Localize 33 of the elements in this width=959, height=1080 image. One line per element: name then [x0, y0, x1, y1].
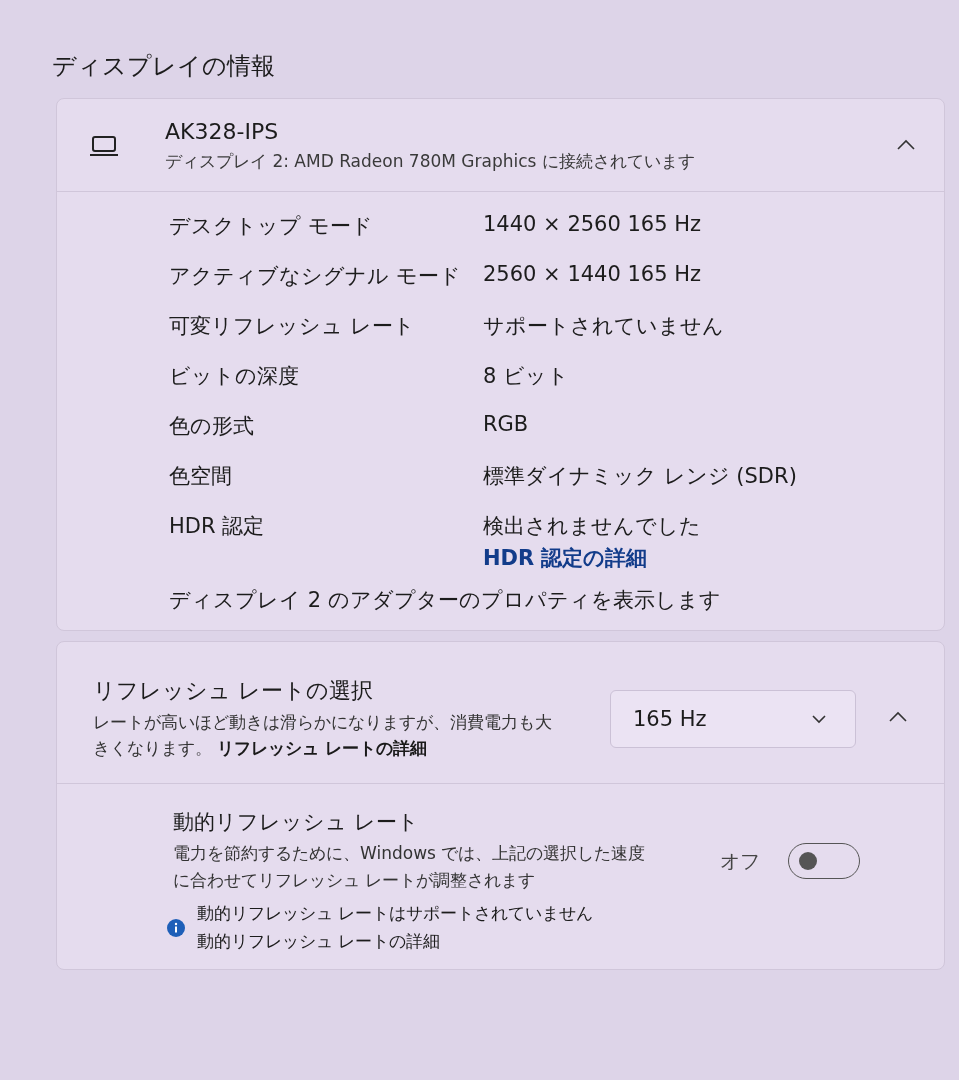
dynamic-refresh-link[interactable]: 動的リフレッシュ レートの詳細 [197, 930, 441, 951]
property-label: 可変リフレッシュ レート [169, 313, 416, 340]
property-value: 標準ダイナミック レンジ (SDR) [483, 463, 797, 490]
property-value: 検出されませんでした [483, 513, 701, 540]
details-link[interactable]: HDR 認定の詳細 [483, 544, 648, 572]
notice-text: 動的リフレッシュ レートはサポートされていません [197, 902, 594, 926]
property-label: 色空間 [169, 463, 233, 490]
chevron-icon [896, 138, 916, 151]
property-value: 8 ビット [483, 363, 570, 390]
toggle-state: オフ [720, 847, 760, 875]
display-name: AK328-IPS [165, 119, 280, 144]
property-value: RGB [483, 412, 529, 436]
property-value: 2560 × 1440 165 Hz [483, 262, 702, 286]
dynamic-refresh-description: 電力を節約するために、Windows では、上記の選択した速度に合わせてリフレッシュ レートが調整されます [173, 842, 647, 893]
section-heading: ディスプレイの情報 [52, 51, 276, 82]
info-icon [167, 918, 185, 937]
display-subtitle: ディスプレイ 2: AMD Radeon 780M Graphics に接続されています [165, 150, 696, 173]
property-label: ビットの深度 [169, 363, 300, 390]
refresh-description: レートが高いほど動きは滑らかになりますが、消費電力も大きくなります。 リフレッシュ レートの詳細 [93, 711, 553, 760]
property-label: 色の形式 [169, 413, 255, 440]
adapter-properties-link[interactable]: ディスプレイ 2 のアダプターのプロパティを表示します [169, 586, 721, 614]
refresh-details-link[interactable]: リフレッシュ レートの詳細 [217, 737, 428, 758]
laptop-icon [89, 134, 119, 158]
property-label: デスクトップ モード [169, 213, 374, 240]
dynamic-refresh-title: 動的リフレッシュ レート [173, 809, 420, 836]
property-label: アクティブなシグナル モード [169, 263, 462, 290]
property-value: 1440 × 2560 165 Hz [483, 212, 702, 236]
refresh-rate-dropdown[interactable]: 165 Hz [610, 689, 856, 748]
chevron-icon [888, 711, 908, 723]
refresh-title: リフレッシュ レートの選択 [93, 677, 374, 705]
property-label: HDR 認定 [169, 513, 266, 540]
caret-icon [811, 713, 827, 724]
property-value: サポートされていません [483, 313, 724, 340]
